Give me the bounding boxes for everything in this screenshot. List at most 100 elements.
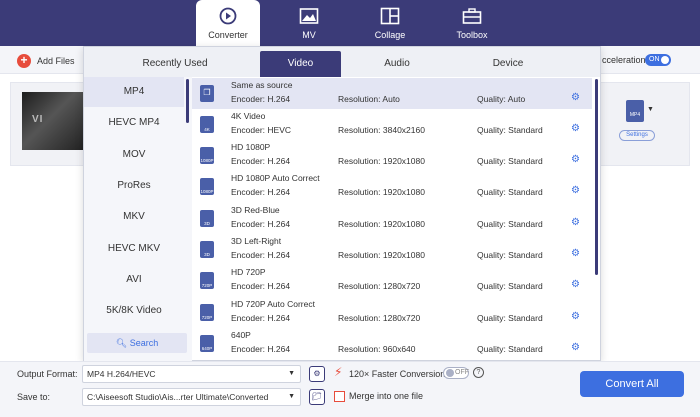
video-720p-icon: 720P	[200, 272, 214, 289]
convert-all-button[interactable]: Convert All	[580, 371, 684, 397]
preset-item[interactable]: 3D 3D Left-Right Encoder: H.264 Resoluti…	[192, 234, 592, 265]
preset-item[interactable]: 4K 4K Video Encoder: HEVC Resolution: 38…	[192, 109, 592, 140]
preset-resolution: Resolution: 1280x720	[338, 313, 421, 323]
tab-video[interactable]: Video	[260, 51, 341, 77]
video-720p-icon: 720P	[200, 304, 214, 321]
gear-icon[interactable]: ⚙	[571, 217, 580, 228]
acceleration-label: cceleration	[602, 55, 646, 65]
video-640p-icon: 640P	[200, 335, 214, 352]
merge-label: Merge into one file	[349, 391, 424, 401]
merge-checkbox[interactable]	[334, 391, 345, 402]
gear-icon[interactable]: ⚙	[571, 154, 580, 165]
acceleration-toggle[interactable]: ON	[645, 54, 671, 66]
preset-resolution: Resolution: 1920x1080	[338, 219, 425, 229]
format-dropdown-panel: Recently Used Video Audio Device MP4 HEV…	[83, 46, 601, 361]
preset-item[interactable]: 3D 3D Red-Blue Encoder: H.264 Resolution…	[192, 203, 592, 234]
format-list-scrollbar[interactable]	[186, 79, 189, 123]
preset-list-scrollbar[interactable]	[595, 79, 598, 275]
preset-encoder: Encoder: H.264	[231, 187, 291, 197]
tab-device[interactable]: Device	[453, 51, 563, 77]
preset-quality: Quality: Standard	[477, 313, 543, 323]
search-label: Search	[129, 338, 159, 348]
format-item-mov[interactable]: MOV	[84, 140, 184, 170]
gear-icon[interactable]: ⚙	[571, 279, 580, 290]
image-icon	[299, 8, 319, 24]
save-to-select[interactable]: C:\Aiseesoft Studio\Ais...rter Ultimate\…	[82, 388, 301, 406]
tab-audio[interactable]: Audio	[341, 51, 453, 77]
preset-quality: Quality: Standard	[477, 219, 543, 229]
tab-recently-used[interactable]: Recently Used	[84, 51, 266, 77]
caret-down-icon[interactable]: ▼	[647, 106, 654, 113]
format-list: MP4 HEVC MP4 MOV ProRes MKV HEVC MKV AVI…	[84, 77, 192, 361]
gear-icon[interactable]: ⚙	[571, 248, 580, 259]
add-files-button[interactable]: + Add Files	[17, 52, 75, 70]
gear-icon[interactable]: ⚙	[571, 92, 580, 103]
video-4k-icon: 4K	[200, 116, 214, 133]
gear-icon[interactable]: ⚙	[571, 185, 580, 196]
save-to-value: C:\Aiseesoft Studio\Ais...rter Ultimate\…	[87, 392, 269, 402]
gear-icon[interactable]: ⚙	[571, 123, 580, 134]
preset-name: 4K Video	[231, 111, 266, 121]
save-to-label: Save to:	[17, 392, 51, 402]
preset-name: 640P	[231, 330, 251, 340]
top-navigation: Converter MV Collage Toolbox	[0, 0, 700, 46]
preset-name: HD 720P	[231, 267, 266, 277]
gear-icon[interactable]: ⚙	[571, 311, 580, 322]
help-icon[interactable]: ?	[473, 367, 484, 378]
search-icon: 🔍︎	[115, 338, 128, 348]
preset-resolution: Resolution: 1280x720	[338, 281, 421, 291]
preset-resolution: Resolution: 1920x1080	[338, 250, 425, 260]
preset-item[interactable]: 720P HD 720P Encoder: H.264 Resolution: …	[192, 265, 592, 296]
lightning-icon: ⚡︎	[334, 365, 343, 379]
preset-item[interactable]: 720P HD 720P Auto Correct Encoder: H.264…	[192, 297, 592, 328]
format-item-mp4[interactable]: MP4	[84, 77, 184, 107]
output-settings-icon[interactable]: ⚙	[309, 366, 325, 382]
faster-conversion-toggle[interactable]: OFF	[443, 367, 469, 379]
preset-encoder: Encoder: H.264	[231, 344, 291, 354]
preset-resolution: Resolution: 960x640	[338, 344, 416, 354]
thumbnail-text: VI	[32, 114, 44, 125]
format-item-avi[interactable]: AVI	[84, 265, 184, 295]
output-format-select[interactable]: MP4 H.264/HEVC ▼	[82, 365, 301, 383]
format-item-5k8k-video[interactable]: 5K/8K Video	[84, 296, 184, 326]
video-3d-icon: 3D	[200, 210, 214, 227]
nav-converter[interactable]: Converter	[196, 0, 260, 46]
nav-mv[interactable]: MV	[277, 0, 341, 46]
search-button[interactable]: 🔍︎ Search	[87, 333, 187, 353]
video-1080p-icon: 1080P	[200, 147, 214, 164]
nav-collage[interactable]: Collage	[358, 0, 422, 46]
gear-icon[interactable]: ⚙	[571, 342, 580, 353]
faster-conversion-label: 120× Faster Conversion	[349, 369, 446, 379]
video-thumbnail[interactable]: VI	[22, 92, 84, 150]
preset-quality: Quality: Standard	[477, 344, 543, 354]
preset-quality: Quality: Auto	[477, 94, 526, 104]
preset-name: Same as source	[231, 80, 293, 90]
copy-icon: ❐	[200, 85, 214, 102]
preset-quality: Quality: Standard	[477, 187, 543, 197]
preset-item[interactable]: 1080P HD 1080P Encoder: H.264 Resolution…	[192, 140, 592, 171]
preset-item[interactable]: 1080P HD 1080P Auto Correct Encoder: H.2…	[192, 171, 592, 202]
preset-item[interactable]: ❐ Same as source Encoder: H.264 Resoluti…	[192, 78, 592, 109]
nav-converter-label: Converter	[208, 30, 248, 40]
preset-name: HD 720P Auto Correct	[231, 299, 315, 309]
format-item-hevc-mp4[interactable]: HEVC MP4	[84, 108, 184, 138]
preset-encoder: Encoder: H.264	[231, 281, 291, 291]
preset-quality: Quality: Standard	[477, 250, 543, 260]
preset-quality: Quality: Standard	[477, 281, 543, 291]
preset-encoder: Encoder: H.264	[231, 250, 291, 260]
format-item-mkv[interactable]: MKV	[84, 202, 184, 232]
settings-button[interactable]: Settings	[619, 130, 655, 141]
preset-encoder: Encoder: H.264	[231, 156, 291, 166]
nav-toolbox-label: Toolbox	[456, 30, 488, 40]
nav-toolbox[interactable]: Toolbox	[440, 0, 504, 46]
output-format-icon[interactable]: MP4	[626, 100, 644, 122]
preset-item[interactable]: 640P 640P Encoder: H.264 Resolution: 960…	[192, 328, 592, 359]
folder-icon[interactable]: 📁︎	[309, 389, 325, 405]
caret-down-icon: ▼	[288, 393, 295, 400]
format-item-hevc-mkv[interactable]: HEVC MKV	[84, 234, 184, 264]
preset-resolution: Resolution: 1920x1080	[338, 187, 425, 197]
preset-resolution: Resolution: Auto	[338, 94, 400, 104]
caret-down-icon: ▼	[288, 370, 295, 377]
video-3d-icon: 3D	[200, 241, 214, 258]
format-item-prores[interactable]: ProRes	[84, 171, 184, 201]
